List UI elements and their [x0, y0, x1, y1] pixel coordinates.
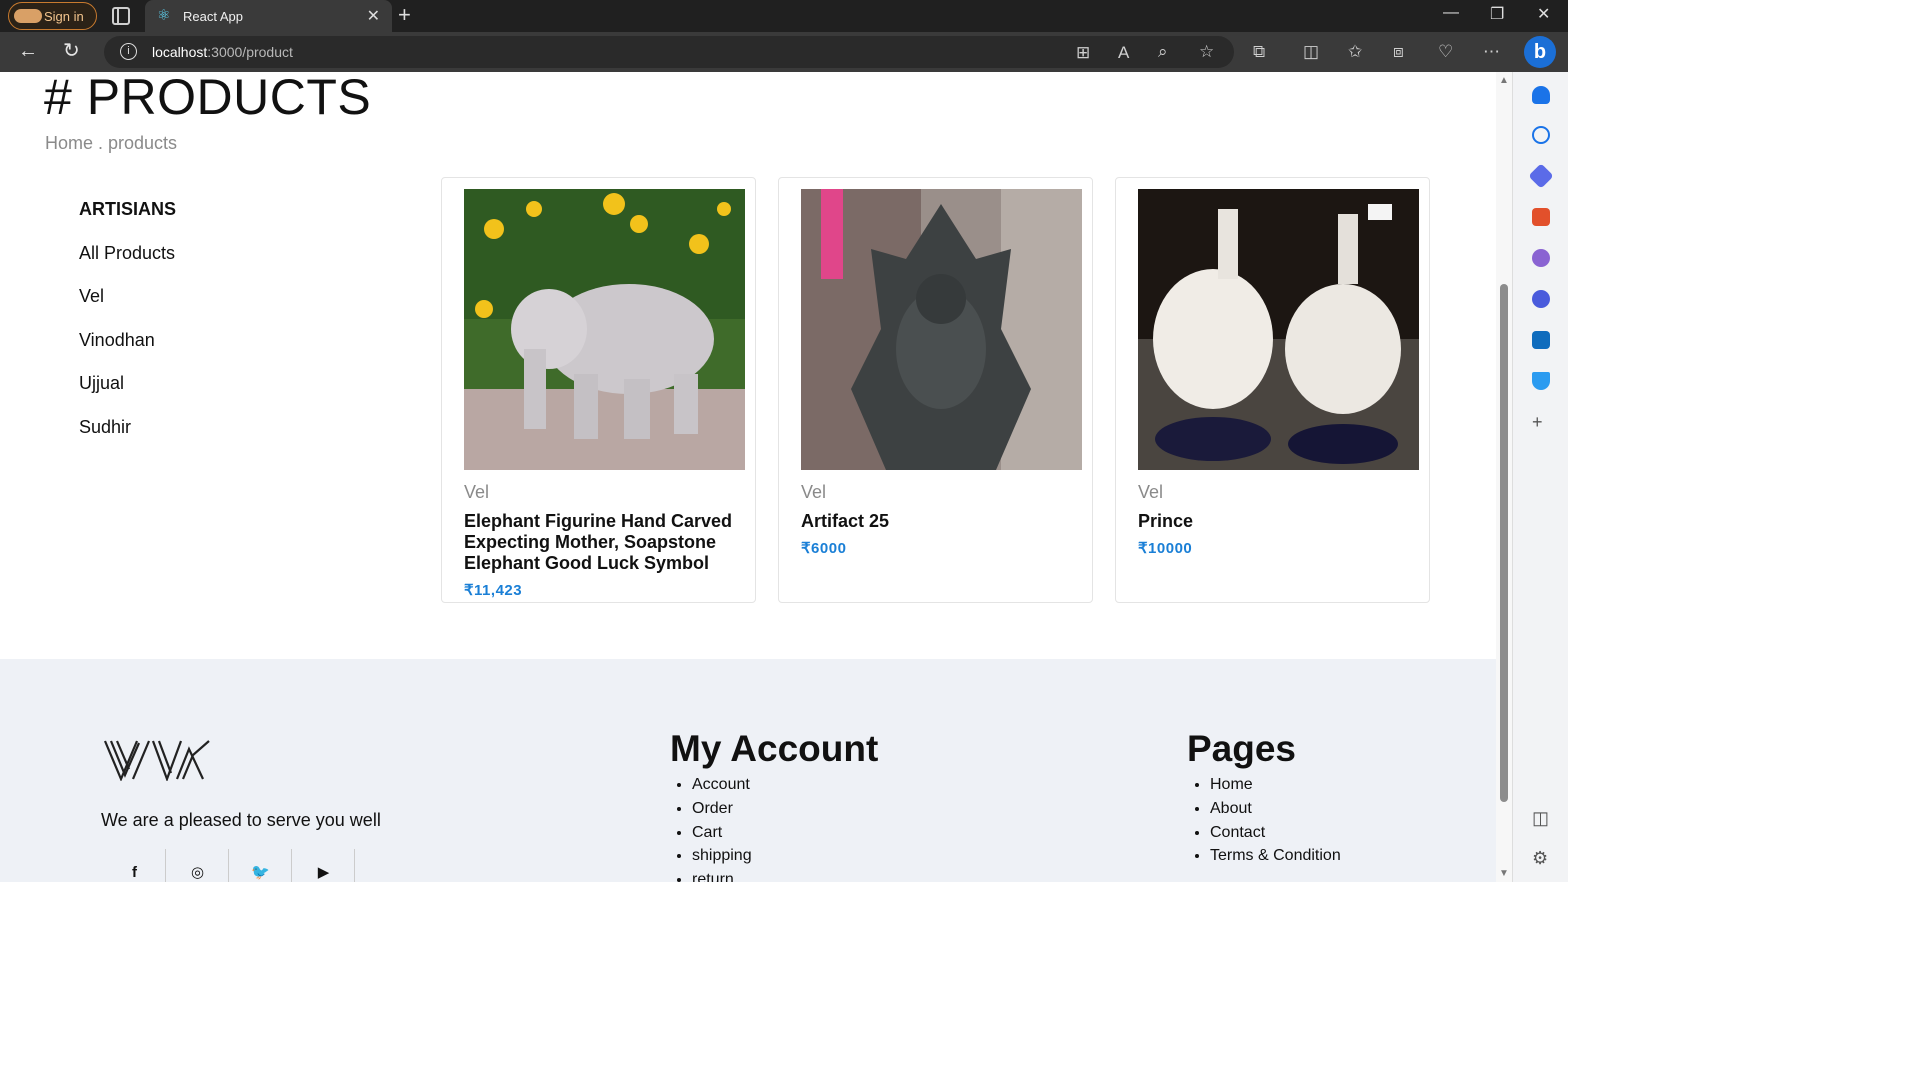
- youtube-icon[interactable]: ▶: [293, 849, 355, 882]
- more-menu-icon[interactable]: ⋯: [1483, 42, 1500, 62]
- sidebar-item-ujjual[interactable]: Ujjual: [79, 373, 124, 394]
- footer-link-return[interactable]: return: [692, 868, 752, 882]
- product-name[interactable]: Artifact 25: [801, 511, 1081, 532]
- page-title: # PRODUCTS: [44, 72, 372, 125]
- tools-icon[interactable]: [1532, 208, 1550, 226]
- copilot-app-icon[interactable]: [1532, 290, 1550, 308]
- product-name[interactable]: Elephant Figurine Hand Carved Expecting …: [464, 511, 744, 574]
- product-price: ₹6000: [801, 540, 847, 557]
- product-image-artifact[interactable]: [801, 189, 1082, 470]
- back-icon[interactable]: ←: [18, 40, 38, 62]
- minimize-icon[interactable]: —: [1443, 4, 1459, 22]
- my-account-heading: My Account: [670, 728, 879, 769]
- performance-icon[interactable]: ♡: [1438, 42, 1453, 62]
- my-account-list: Account Order Cart shipping return: [670, 773, 752, 882]
- tab-react-app[interactable]: ⚛ React App ✕: [145, 0, 392, 32]
- profile-avatar-icon: [14, 9, 42, 23]
- footer-link-shipping[interactable]: shipping: [692, 844, 752, 868]
- facebook-icon[interactable]: f: [104, 849, 166, 882]
- footer-link-cart[interactable]: Cart: [692, 821, 752, 845]
- restore-icon[interactable]: ❐: [1490, 4, 1504, 24]
- scroll-down-icon[interactable]: ▼: [1499, 868, 1509, 879]
- product-artisan: Vel: [801, 482, 827, 502]
- tab-title: React App: [183, 9, 243, 24]
- favorites-icon[interactable]: ✩: [1348, 42, 1362, 62]
- breadcrumb[interactable]: Home . products: [45, 133, 177, 154]
- add-icon[interactable]: +: [1532, 412, 1543, 433]
- product-artisan: Vel: [1138, 482, 1164, 502]
- tab-actions-icon[interactable]: [112, 7, 130, 25]
- react-favicon-icon: ⚛: [157, 7, 171, 24]
- footer-link-about[interactable]: About: [1210, 797, 1341, 821]
- footer-link-contact[interactable]: Contact: [1210, 821, 1341, 845]
- collections-icon[interactable]: ⧈: [1393, 42, 1404, 62]
- window-close-icon[interactable]: ✕: [1537, 4, 1550, 24]
- url-text: localhost:3000/product: [152, 44, 293, 60]
- copilot-icon[interactable]: b: [1524, 36, 1556, 68]
- product-name[interactable]: Prince: [1138, 511, 1418, 532]
- sidebar-item-vel[interactable]: Vel: [79, 286, 104, 307]
- close-tab-icon[interactable]: ✕: [367, 6, 380, 26]
- shopping-tag-icon[interactable]: [1528, 163, 1554, 189]
- footer-link-home[interactable]: Home: [1210, 773, 1341, 797]
- search-icon[interactable]: [1532, 126, 1550, 144]
- product-card[interactable]: Vel Artifact 25 ₹6000: [778, 177, 1093, 603]
- drop-icon[interactable]: [1532, 372, 1550, 390]
- product-image-prince[interactable]: [1138, 189, 1419, 470]
- extensions-icon[interactable]: ⧉: [1253, 42, 1265, 62]
- sidebar-item-sudhir[interactable]: Sudhir: [79, 417, 131, 438]
- product-artisan: Vel: [464, 482, 490, 502]
- games-icon[interactable]: [1532, 249, 1550, 267]
- app-available-icon[interactable]: ⊞: [1076, 43, 1090, 63]
- product-image-elephant[interactable]: [464, 189, 745, 470]
- scroll-up-icon[interactable]: ▲: [1499, 75, 1509, 86]
- sidebar-title: ARTISIANS: [79, 199, 177, 219]
- brand-logo[interactable]: [103, 739, 211, 786]
- edge-sidebar: + ◫ ⚙: [1512, 72, 1568, 882]
- browser-toolbar: ← ↻ i localhost:3000/product ⊞ A ⌕ ☆ ⧉ ◫…: [0, 32, 1568, 72]
- outlook-icon[interactable]: [1532, 331, 1550, 349]
- instagram-icon[interactable]: ◎: [167, 849, 229, 882]
- refresh-icon[interactable]: ↻: [63, 40, 80, 62]
- favorite-star-icon[interactable]: ☆: [1199, 42, 1214, 62]
- sign-in-button[interactable]: Sign in: [8, 2, 97, 30]
- twitter-icon[interactable]: 🐦: [230, 849, 292, 882]
- sign-in-label: Sign in: [44, 9, 84, 24]
- product-price: ₹11,423: [464, 582, 523, 599]
- page-content: # PRODUCTS Home . products ARTISIANS All…: [0, 72, 1496, 882]
- site-info-icon[interactable]: i: [120, 43, 137, 60]
- footer-link-terms[interactable]: Terms & Condition: [1210, 844, 1341, 868]
- settings-gear-icon[interactable]: ⚙: [1532, 848, 1548, 869]
- address-bar[interactable]: i localhost:3000/product ⊞ A ⌕ ☆: [104, 36, 1234, 68]
- hide-sidebar-icon[interactable]: ◫: [1532, 808, 1549, 829]
- read-aloud-icon[interactable]: A: [1118, 43, 1129, 63]
- scrollbar-thumb[interactable]: [1500, 284, 1508, 802]
- product-card[interactable]: Vel Prince ₹10000: [1115, 177, 1430, 603]
- split-screen-icon[interactable]: ◫: [1303, 42, 1319, 62]
- new-tab-icon[interactable]: +: [398, 2, 411, 28]
- footer-link-order[interactable]: Order: [692, 797, 752, 821]
- product-price: ₹10000: [1138, 540, 1193, 557]
- product-card[interactable]: Vel Elephant Figurine Hand Carved Expect…: [441, 177, 756, 603]
- browser-tab-bar: Sign in ⚛ React App ✕ + — ❐ ✕: [0, 0, 1568, 32]
- pages-heading: Pages: [1187, 728, 1297, 769]
- footer-tagline: We are a pleased to serve you well: [101, 810, 381, 830]
- sidebar-item-vinodhan[interactable]: Vinodhan: [79, 330, 155, 351]
- footer-link-account[interactable]: Account: [692, 773, 752, 797]
- notifications-icon[interactable]: [1532, 86, 1550, 104]
- site-footer: We are a pleased to serve you well f ◎ 🐦…: [0, 659, 1496, 882]
- zoom-icon[interactable]: ⌕: [1158, 42, 1168, 62]
- pages-list: Home About Contact Terms & Condition: [1188, 773, 1341, 868]
- sidebar-item-all-products[interactable]: All Products: [79, 243, 175, 264]
